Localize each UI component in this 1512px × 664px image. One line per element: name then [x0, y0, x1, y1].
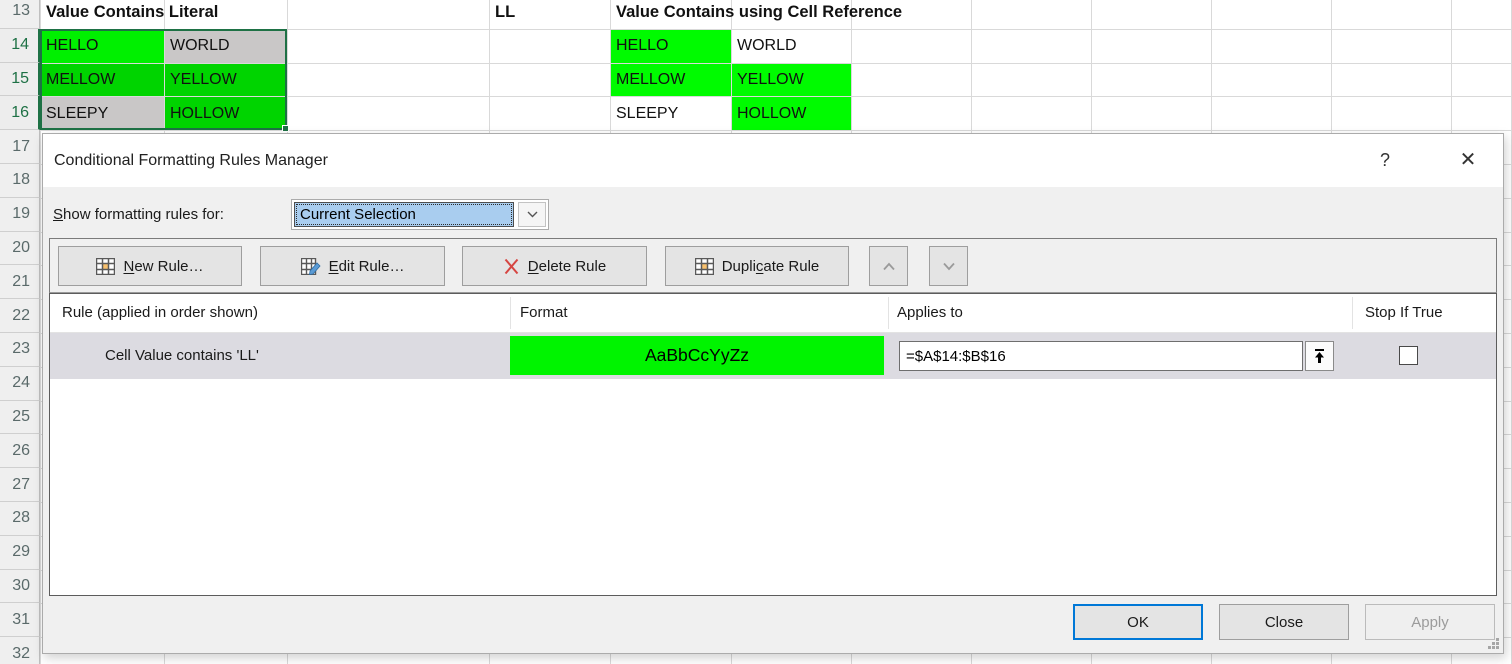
new-rule-button[interactable]: New Rule…	[58, 246, 242, 286]
dialog-title: Conditional Formatting Rules Manager	[54, 134, 328, 187]
dropdown-arrow-button[interactable]	[518, 202, 546, 227]
row-header-19[interactable]: 19	[0, 198, 40, 232]
show-rules-label: Show formatting rules for:	[53, 200, 224, 230]
row-header-22[interactable]: 22	[0, 299, 40, 333]
apply-button[interactable]: Apply	[1365, 604, 1495, 640]
resize-grip[interactable]	[1485, 635, 1500, 650]
grid-cell-B14[interactable]: WORLD	[165, 30, 287, 63]
row-header-20[interactable]: 20	[0, 232, 40, 266]
edit-rule-icon	[301, 258, 321, 275]
delete-rule-icon	[503, 258, 520, 275]
row-header-17[interactable]: 17	[0, 130, 40, 164]
dialog-titlebar[interactable]: Conditional Formatting Rules Manager ? ✕	[43, 134, 1503, 187]
row-header-32[interactable]: 32	[0, 637, 40, 664]
duplicate-rule-icon	[695, 258, 714, 275]
row-header-23[interactable]: 23	[0, 333, 40, 367]
excel-window: 1314151617181920212223242526272829303132…	[0, 0, 1512, 664]
grid-cell-A15[interactable]: MELLOW	[41, 64, 164, 97]
row-header-24[interactable]: 24	[0, 367, 40, 401]
duplicate-rule-button[interactable]: Duplicate Rule	[665, 246, 849, 286]
grid-cell-F15[interactable]: YELLOW	[732, 64, 851, 97]
rule-row[interactable]: Cell Value contains 'LL' AaBbCcYyZz	[50, 333, 1496, 379]
rules-list: Rule (applied in order shown) Format App…	[49, 293, 1497, 596]
collapse-range-button[interactable]	[1305, 341, 1334, 371]
help-icon[interactable]: ?	[1369, 134, 1401, 187]
chevron-down-icon	[942, 262, 956, 271]
grid-cell-F16[interactable]: HOLLOW	[732, 97, 851, 130]
grid-cell-E15[interactable]: MELLOW	[611, 64, 731, 97]
cf-rules-manager-dialog: Conditional Formatting Rules Manager ? ✕…	[42, 133, 1504, 654]
column-header-stop-if-true: Stop If True	[1365, 294, 1443, 332]
chevron-down-icon	[527, 211, 538, 218]
row-header-18[interactable]: 18	[0, 164, 40, 198]
grid-cell-B16[interactable]: HOLLOW	[165, 97, 287, 130]
row-header-25[interactable]: 25	[0, 401, 40, 435]
column-header-applies-to: Applies to	[897, 294, 963, 332]
grid-cell-E14[interactable]: HELLO	[611, 30, 731, 63]
close-icon[interactable]: ✕	[1447, 134, 1489, 187]
grid-cell-A13[interactable]: Value Contains Literal	[41, 0, 164, 29]
column-header-rule: Rule (applied in order shown)	[62, 294, 258, 332]
scope-dropdown-value[interactable]: Current Selection	[294, 202, 514, 227]
header-divider	[1352, 297, 1353, 329]
row-header-13[interactable]: 13	[0, 0, 40, 29]
row-header-21[interactable]: 21	[0, 265, 40, 299]
row-header-16[interactable]: 16	[0, 96, 40, 130]
stop-if-true-checkbox[interactable]	[1399, 346, 1418, 365]
range-select-icon	[1313, 348, 1326, 364]
row-header-28[interactable]: 28	[0, 502, 40, 536]
rule-description: Cell Value contains 'LL'	[105, 333, 259, 379]
chevron-up-icon	[882, 262, 896, 271]
column-header-format: Format	[520, 294, 568, 332]
grid-cell-E13[interactable]: Value Contains using Cell Reference	[611, 0, 731, 29]
grid-cell-E16[interactable]: SLEEPY	[611, 97, 731, 130]
row-header-27[interactable]: 27	[0, 468, 40, 502]
delete-rule-button[interactable]: Delete Rule	[462, 246, 647, 286]
grid-cell-B15[interactable]: YELLOW	[165, 64, 287, 97]
gridline	[40, 130, 1512, 131]
header-divider	[510, 297, 511, 329]
grid-cell-A16[interactable]: SLEEPY	[41, 97, 164, 130]
header-divider	[888, 297, 889, 329]
move-rule-up-button[interactable]	[869, 246, 908, 286]
grid-cell-D13[interactable]: LL	[490, 0, 610, 29]
rules-toolbar: New Rule… Edit Rule… Delete Rule Duplica…	[49, 238, 1497, 293]
applies-to-input[interactable]	[899, 341, 1303, 371]
scope-dropdown[interactable]: Current Selection	[291, 199, 549, 230]
move-rule-down-button[interactable]	[929, 246, 968, 286]
row-header-31[interactable]: 31	[0, 603, 40, 637]
row-header-26[interactable]: 26	[0, 434, 40, 468]
format-preview: AaBbCcYyZz	[510, 336, 884, 375]
fill-handle[interactable]	[282, 125, 289, 132]
ok-button[interactable]: OK	[1073, 604, 1203, 640]
new-rule-icon	[96, 258, 115, 275]
grid-cell-A14[interactable]: HELLO	[41, 30, 164, 63]
close-button[interactable]: Close	[1219, 604, 1349, 640]
edit-rule-button[interactable]: Edit Rule…	[260, 246, 445, 286]
row-header-29[interactable]: 29	[0, 536, 40, 570]
row-header-30[interactable]: 30	[0, 570, 40, 604]
grid-cell-F14[interactable]: WORLD	[732, 30, 851, 63]
row-header-15[interactable]: 15	[0, 63, 40, 97]
row-header-14[interactable]: 14	[0, 29, 40, 63]
